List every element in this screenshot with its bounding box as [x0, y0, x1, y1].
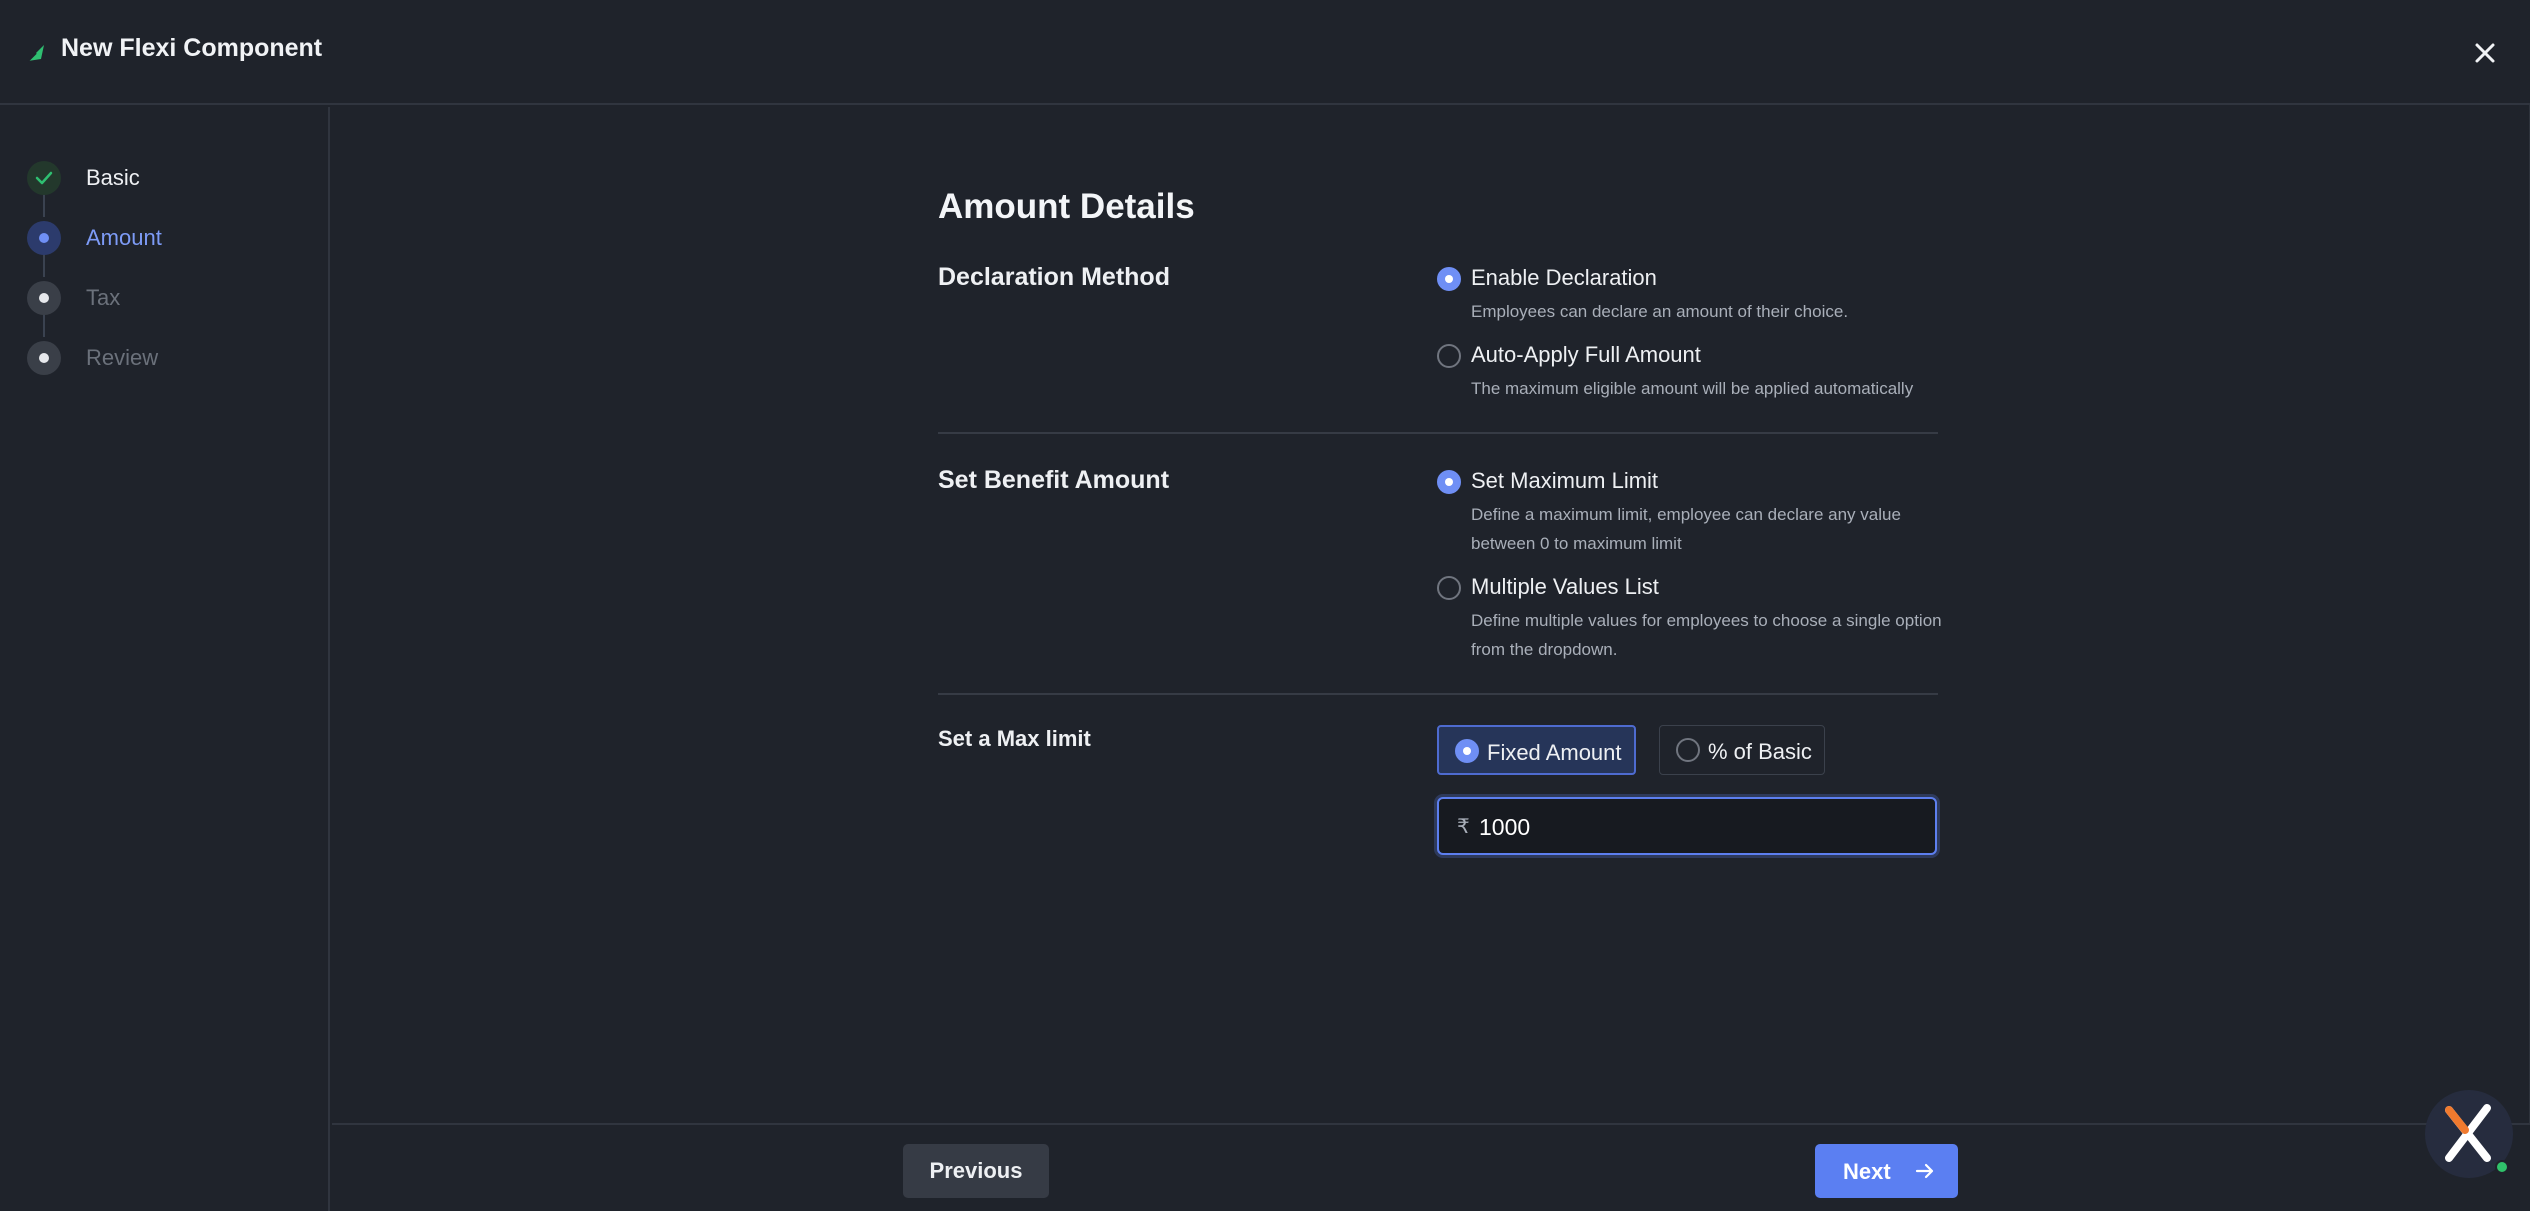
close-icon[interactable] — [2468, 36, 2502, 70]
divider — [938, 693, 1938, 695]
pending-step-icon — [27, 341, 61, 375]
step-tax[interactable]: Tax — [0, 273, 330, 323]
leaf-icon — [27, 45, 44, 62]
previous-button[interactable]: Previous — [903, 1144, 1049, 1198]
radio-title: Multiple Values List — [1471, 574, 1659, 599]
radio-title: Enable Declaration — [1471, 265, 1657, 290]
radio-title: Auto-Apply Full Amount — [1471, 342, 1701, 367]
step-label: Basic — [86, 165, 140, 190]
amount-input[interactable] — [1479, 809, 1919, 845]
pending-step-icon — [27, 281, 61, 315]
modal: New Flexi Component Basic Amount Tax Rev… — [0, 0, 2530, 1211]
chip-label: Fixed Amount — [1487, 740, 1622, 765]
radio-button[interactable] — [1676, 738, 1700, 762]
arrow-right-icon — [1915, 1163, 1934, 1179]
modal-footer: Previous Next — [332, 1123, 2530, 1211]
divider — [938, 432, 1938, 434]
radio-button[interactable] — [1437, 344, 1461, 368]
window-edge — [2530, 0, 2543, 1211]
radio-description: Employees can declare an amount of their… — [1471, 302, 1849, 321]
online-status-badge — [2495, 1160, 2509, 1174]
modal-header: New Flexi Component — [0, 0, 2530, 105]
step-review[interactable]: Review — [0, 333, 330, 383]
step-label: Amount — [86, 225, 162, 250]
radio-button[interactable] — [1455, 739, 1479, 763]
step-amount[interactable]: Amount — [0, 213, 330, 263]
chip-label: % of Basic — [1708, 739, 1812, 764]
radio-description: Define multiple values for employees to … — [1471, 611, 1942, 659]
main-content: Amount Details Declaration Method Enable… — [332, 107, 2530, 1123]
next-label: Next — [1843, 1159, 1891, 1184]
radio-button[interactable] — [1437, 267, 1461, 291]
radio-description: Define a maximum limit, employee can dec… — [1471, 505, 1901, 553]
radio-title: Set Maximum Limit — [1471, 468, 1659, 493]
next-button[interactable]: Next — [1815, 1144, 1958, 1198]
rupee-icon: ₹ — [1457, 816, 1470, 838]
fixed-amount-option[interactable]: Fixed Amount — [1437, 725, 1636, 775]
assistant-launcher[interactable] — [2425, 1090, 2513, 1178]
max-limit-label: Set a Max limit — [938, 726, 1091, 751]
step-label: Review — [86, 345, 159, 370]
radio-button[interactable] — [1437, 470, 1461, 494]
radio-button[interactable] — [1437, 576, 1461, 600]
active-step-icon — [27, 221, 61, 255]
percent-basic-option[interactable]: % of Basic — [1659, 725, 1825, 775]
declaration-method-label: Declaration Method — [938, 263, 1170, 291]
benefit-amount-label: Set Benefit Amount — [938, 466, 1170, 494]
page-title: New Flexi Component — [61, 34, 323, 62]
max-limit-amount-field[interactable]: ₹ — [1437, 797, 1937, 855]
radio-description: The maximum eligible amount will be appl… — [1471, 379, 1914, 398]
check-icon — [27, 161, 61, 195]
stepper-sidebar: Basic Amount Tax Review — [0, 107, 330, 1211]
step-label: Tax — [86, 285, 121, 310]
step-basic[interactable]: Basic — [0, 153, 330, 203]
section-title: Amount Details — [938, 187, 1195, 226]
